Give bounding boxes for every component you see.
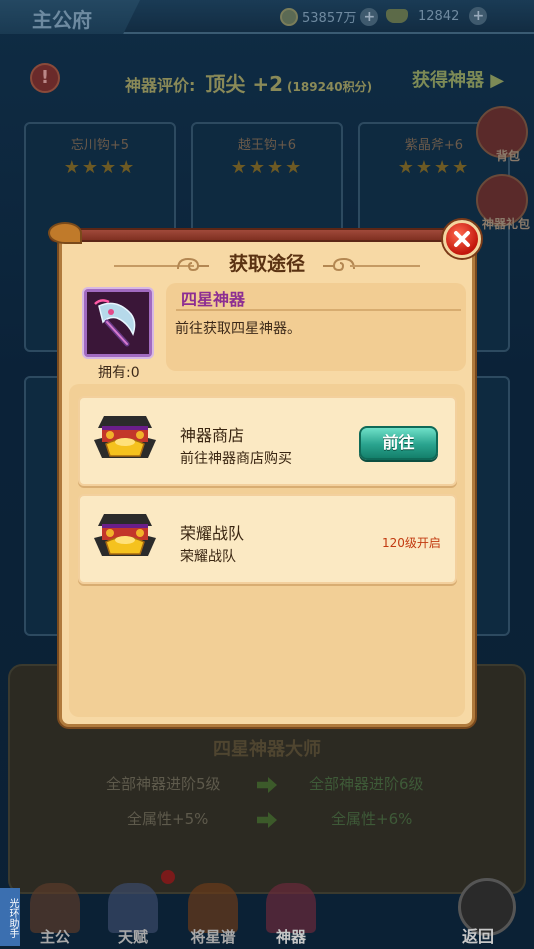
master-current-bonus: 全属性+5%	[127, 810, 209, 828]
star-rating-icon: ★★★★	[63, 157, 137, 178]
item-name: 四星神器	[181, 290, 246, 309]
back-label: 返回	[462, 927, 495, 946]
master-next-bonus: 全属性+6%	[331, 810, 413, 828]
nav-lord[interactable]: 主公	[20, 877, 90, 947]
bag-label: 背包	[495, 149, 520, 163]
page-title: 主公府	[32, 8, 92, 32]
rating-points: (189240积分)	[287, 80, 373, 94]
helper-tab[interactable]: 光环助手	[0, 888, 20, 946]
top-bar: 主公府 53857万 + 12842 +	[0, 0, 534, 34]
nav-star-chart[interactable]: 将星谱	[178, 877, 248, 947]
get-artifact-button[interactable]: 获得神器 ▶	[412, 66, 504, 92]
star-rating-icon: ★★★★	[397, 157, 471, 178]
nav-label: 主公	[39, 928, 70, 946]
title-divider	[350, 265, 420, 267]
notification-dot	[161, 870, 175, 884]
bottom-nav: 主公 天赋 将星谱 神器	[0, 870, 534, 949]
close-icon	[454, 231, 470, 247]
dialog-top-bar	[49, 228, 481, 242]
cloud-ornament-icon	[323, 257, 355, 272]
ingot-icon	[386, 9, 408, 23]
go-button[interactable]: 前往	[359, 426, 438, 460]
alert-icon[interactable]: !	[30, 63, 60, 93]
item-divider	[176, 309, 461, 311]
master-current-condition: 全部神器进阶5级	[106, 775, 221, 793]
coin-icon	[280, 7, 298, 26]
unlock-requirement: 120级开启	[382, 536, 441, 550]
rating-label: 神器评价:	[125, 76, 196, 95]
route-name: 神器商店	[180, 426, 245, 445]
artifact-card-name: 忘川钩+5	[70, 138, 130, 153]
add-silver-button[interactable]: +	[360, 7, 379, 26]
get-artifact-label: 获得神器	[412, 70, 484, 91]
shop-icon	[94, 514, 156, 556]
star-rating-icon: ★★★★	[230, 157, 304, 178]
shop-icon	[94, 416, 156, 458]
route-artifact-shop: 神器商店 前往神器商店购买 前往	[78, 396, 457, 486]
cloud-ornament-icon	[48, 222, 82, 244]
four-star-artifact-icon	[84, 289, 152, 357]
owned-count: 拥有:0	[98, 365, 140, 381]
silver-display: 53857万 +	[280, 7, 379, 26]
rating-value: 顶尖 +2	[205, 72, 284, 96]
nav-label: 天赋	[117, 928, 148, 946]
gift-pack-label: 神器礼包	[481, 217, 530, 231]
route-description: 前往神器商店购买	[180, 451, 292, 467]
nav-artifact[interactable]: 神器	[256, 877, 326, 947]
artifact-card-name: 越王钩+6	[237, 138, 297, 153]
route-description: 荣耀战队	[180, 549, 236, 565]
nav-label: 将星谱	[190, 928, 236, 946]
gold-display: 12842 +	[386, 7, 488, 25]
route-glory-team: 荣耀战队 荣耀战队 120级开启	[78, 494, 457, 584]
silver-amount: 53857万	[302, 11, 357, 26]
nav-talent[interactable]: 天赋	[98, 877, 168, 947]
gold-amount: 12842	[418, 8, 460, 24]
nav-label: 神器	[275, 928, 306, 946]
route-name: 荣耀战队	[180, 524, 245, 543]
add-gold-button[interactable]: +	[469, 7, 488, 25]
master-title: 四星神器大师	[213, 739, 321, 760]
artifact-rating: 神器评价: 顶尖 +2 (189240积分)	[125, 68, 372, 97]
dialog-title: 获取途径	[228, 253, 305, 275]
item-description: 前往获取四星神器。	[175, 321, 301, 337]
master-next-condition: 全部神器进阶6级	[309, 775, 424, 793]
sickle-icon	[87, 292, 149, 354]
